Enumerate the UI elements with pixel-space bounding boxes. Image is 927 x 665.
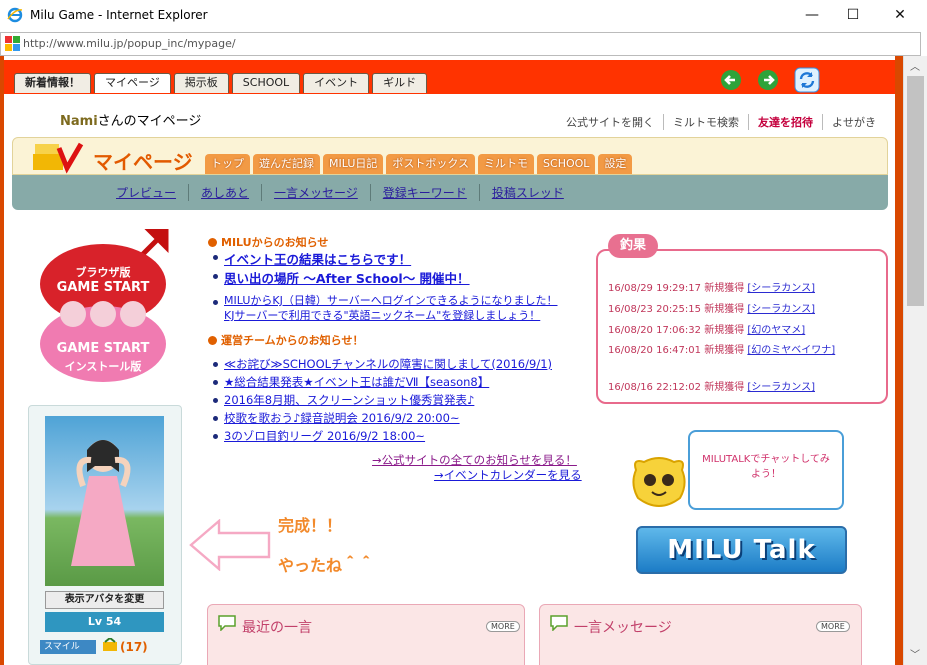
subnav-keywords[interactable]: 登録キーワード [369, 184, 479, 201]
tab-guild[interactable]: ギルド [372, 73, 428, 93]
tab-school[interactable]: SCHOOL [231, 73, 301, 93]
speech-icon [218, 615, 236, 631]
window-titlebar: Milu Game - Internet Explorer — ☐ ✕ [0, 0, 927, 30]
subnav-bar: プレビュー あしあと 一言メッセージ 登録キーワード 投稿スレッド [12, 175, 888, 210]
news-item[interactable]: イベント王の結果はこちらです！ [224, 249, 411, 268]
annotation-text: やったね＾＾ [278, 556, 375, 575]
page-title: Namiさんのマイページ [60, 110, 201, 129]
yosegaki-link[interactable]: よせがき [822, 114, 885, 130]
recent-message-box: 最近の一言 MORE [207, 604, 525, 665]
level-badge: Lv 54 [45, 612, 164, 632]
news-item[interactable]: 校歌を歌おう♪録音説明会 2016/9/2 20:00~ [224, 410, 460, 426]
mypage-title: マイページ [93, 150, 193, 174]
annotation-text: 完成！！ [278, 516, 343, 535]
top-links: 公式サイトを開く ミルトモ検索 友達を招待 よせがき [557, 114, 885, 130]
news-item[interactable]: ≪お詫び≫SCHOOLチャンネルの障害に関しまして(2016/9/1) [224, 356, 552, 372]
fishing-row: 16/08/20 17:06:32 新規獲得 [幻のヤマメ] [608, 325, 806, 336]
tab-settings[interactable]: 設定 [598, 154, 633, 174]
maximize-button[interactable]: ☐ [830, 0, 876, 30]
minimize-button[interactable]: — [789, 0, 835, 30]
right-frame [895, 56, 903, 665]
all-news-link[interactable]: →公式サイトの全てのお知らせを見る！ [372, 452, 577, 468]
milu-face-icon [632, 457, 686, 507]
subnav-threads[interactable]: 投稿スレッド [478, 184, 576, 201]
back-arrow-icon[interactable] [720, 69, 742, 91]
fishing-row: 16/08/20 16:47:01 新規獲得 [幻のミヤベイワナ] [608, 345, 836, 356]
milu-talk-button[interactable]: MILU Talk [636, 526, 847, 574]
close-button[interactable]: ✕ [877, 0, 923, 30]
event-calendar-link[interactable]: →イベントカレンダーを見る [434, 467, 582, 483]
tab-top[interactable]: トップ [205, 154, 250, 174]
start-browser-text: GAME START [56, 280, 150, 295]
fishing-row: 16/08/23 20:25:15 新規獲得 [シーラカンス] [608, 304, 815, 315]
news-item[interactable]: 2016年8月期、スクリーンショット優秀賞発表♪ [224, 392, 474, 408]
smile-icon [103, 638, 117, 651]
address-url[interactable]: http://www.milu.jp/popup_inc/mypage/ [23, 37, 236, 50]
smile-label: スマイル [40, 640, 96, 654]
tab-milutomo[interactable]: ミルトモ [478, 154, 535, 174]
talk-bubble: MILUTALKでチャットしてみよう！ [688, 430, 844, 510]
milu-news-heading: MILUからのお知らせ [208, 234, 328, 250]
news-item[interactable]: KJサーバーで利用できる"英語ニックネーム"を登録しましょう！ [224, 307, 540, 323]
site-favicon-icon [5, 36, 20, 51]
message-title: 一言メッセージ [574, 620, 672, 636]
game-tabs: 新着情報！ マイページ 掲示板 SCHOOL イベント ギルド [14, 73, 428, 93]
tab-play-record[interactable]: 遊んだ記録 [253, 154, 320, 174]
tab-board[interactable]: 掲示板 [173, 73, 229, 93]
change-avatar-button[interactable]: 表示アバタを変更 [45, 591, 164, 609]
scroll-up-icon[interactable]: ︿ [910, 58, 920, 73]
message-box: 一言メッセージ MORE [539, 604, 862, 665]
game-tab-bar: 新着情報！ マイページ 掲示板 SCHOOL イベント ギルド [4, 60, 895, 94]
speech-icon [550, 615, 568, 631]
mypage-logo-icon [33, 142, 84, 174]
milutomo-search-link[interactable]: ミルトモ検索 [663, 114, 748, 130]
invite-friend-link[interactable]: 友達を招待 [748, 114, 822, 130]
news-item[interactable]: ★総合結果発表★イベント王は誰だⅦ【season8】 [224, 374, 489, 390]
team-news-heading: 運営チームからのお知らせ！ [208, 332, 363, 348]
vertical-scrollbar[interactable]: ︿ ﹀ [903, 56, 927, 665]
subnav-message[interactable]: 一言メッセージ [261, 184, 370, 201]
tab-school-mypage[interactable]: SCHOOL [537, 154, 596, 174]
tab-postbox[interactable]: ポストボックス [386, 154, 476, 174]
scrollbar-thumb[interactable] [907, 76, 924, 306]
user-name: Nami [60, 114, 98, 129]
address-bar[interactable]: http://www.milu.jp/popup_inc/mypage/ [0, 32, 921, 56]
message-more-button[interactable]: MORE [816, 621, 850, 632]
news-item[interactable]: MILUからKJ（日韓）サーバーへログインできるようになりました！ [224, 292, 558, 308]
fishing-tag: 釣果 [608, 234, 658, 258]
subnav-footprints[interactable]: あしあと [188, 184, 261, 201]
tab-event[interactable]: イベント [303, 73, 370, 93]
recent-title: 最近の一言 [242, 620, 312, 636]
fishing-row: 16/08/16 22:12:02 新規獲得 [シーラカンス] [608, 382, 815, 393]
start-install-label: インストール版 [64, 360, 142, 373]
start-install-text: GAME START [56, 341, 150, 356]
avatar-figure-icon [71, 440, 135, 566]
page-title-suffix: さんのマイページ [97, 114, 202, 129]
mypage-tabs: トップ 遊んだ記録 MILU日記 ポストボックス ミルトモ SCHOOL 設定 [205, 154, 633, 174]
tab-mypage[interactable]: マイページ [94, 73, 171, 93]
window-title: Milu Game - Internet Explorer [30, 8, 208, 22]
forward-arrow-icon[interactable] [757, 69, 779, 91]
page-content: Namiさんのマイページ 公式サイトを開く ミルトモ検索 友達を招待 よせがき … [4, 94, 895, 665]
scroll-down-icon[interactable]: ﹀ [910, 646, 920, 661]
recent-more-button[interactable]: MORE [486, 621, 520, 632]
refresh-icon[interactable] [794, 67, 820, 93]
fishing-row: 16/08/29 19:29:17 新規獲得 [シーラカンス] [608, 283, 815, 294]
news-item[interactable]: 3のゾロ目釣リーグ 2016/9/2 18:00~ [224, 428, 425, 444]
tab-news[interactable]: 新着情報！ [14, 73, 91, 93]
official-site-link[interactable]: 公式サイトを開く [557, 114, 663, 130]
subnav-preview[interactable]: プレビュー [104, 184, 188, 201]
ie-logo-icon [7, 7, 23, 23]
left-arrow-icon [189, 519, 271, 571]
mypage-nav: マイページ トップ 遊んだ記録 MILU日記 ポストボックス ミルトモ SCHO… [12, 137, 888, 175]
news-item[interactable]: 思い出の場所 ～After School～ 開催中！ [224, 268, 470, 287]
start-browser-label: ブラウザ版 [75, 266, 131, 279]
tab-diary[interactable]: MILU日記 [323, 154, 384, 174]
avatar-image [45, 416, 164, 586]
smile-count: (17) [120, 640, 148, 654]
